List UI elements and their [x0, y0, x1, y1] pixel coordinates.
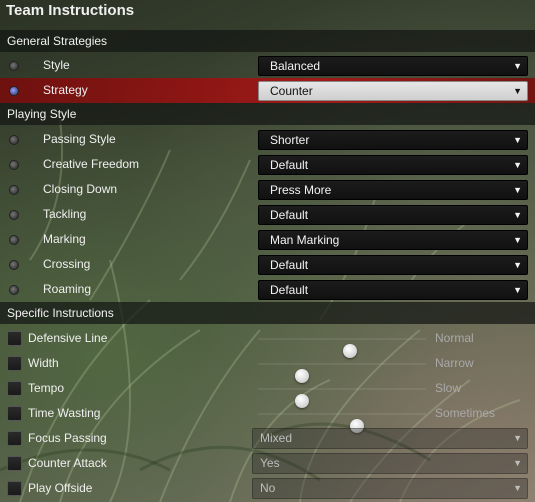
- slider-value: Normal: [435, 331, 474, 345]
- row-label: Crossing: [43, 257, 91, 271]
- row-label: Creative Freedom: [43, 157, 140, 171]
- section-playing-style: Playing Style: [0, 103, 535, 125]
- row-label: Strategy: [43, 83, 88, 97]
- checkbox-icon[interactable]: [7, 356, 22, 371]
- section-specific-instructions: Specific Instructions: [0, 302, 535, 324]
- chevron-down-icon: ▼: [513, 210, 522, 220]
- radio-icon[interactable]: [9, 185, 19, 195]
- row-label: Time Wasting: [28, 406, 101, 420]
- playing-row-roaming: Roaming Default ▼: [0, 277, 535, 302]
- dropdown-value: Mixed: [260, 431, 293, 445]
- playing-row-creative-freedom: Creative Freedom Default ▼: [0, 152, 535, 177]
- row-label: Play Offside: [28, 481, 93, 495]
- passing-style-dropdown[interactable]: Shorter ▼: [258, 130, 528, 150]
- radio-icon[interactable]: [9, 160, 19, 170]
- playing-row-crossing: Crossing Default ▼: [0, 252, 535, 277]
- marking-dropdown[interactable]: Man Marking ▼: [258, 230, 528, 250]
- play-offside-dropdown[interactable]: No ▼: [252, 478, 528, 499]
- slider-value: Narrow: [435, 356, 474, 370]
- chevron-down-icon: ▼: [513, 61, 522, 71]
- dropdown-value: Balanced: [270, 59, 321, 73]
- chevron-down-icon: ▼: [513, 185, 522, 195]
- radio-icon[interactable]: [9, 235, 19, 245]
- closing-down-dropdown[interactable]: Press More ▼: [258, 180, 528, 200]
- general-row-strategy: Strategy Counter ▼: [0, 78, 535, 103]
- specific-row-focus-passing: Focus Passing Mixed ▼: [0, 426, 535, 451]
- counter-attack-dropdown[interactable]: Yes ▼: [252, 453, 528, 474]
- row-label: Tempo: [28, 381, 65, 395]
- style-dropdown[interactable]: Balanced ▼: [258, 56, 528, 76]
- focus-passing-dropdown[interactable]: Mixed ▼: [252, 428, 528, 449]
- chevron-down-icon: ▼: [513, 235, 522, 245]
- time-wasting-slider[interactable]: [258, 413, 426, 433]
- dropdown-value: Default: [270, 158, 309, 172]
- playing-row-marking: Marking Man Marking ▼: [0, 227, 535, 252]
- row-label: Marking: [43, 232, 86, 246]
- tempo-slider[interactable]: [258, 388, 426, 408]
- dropdown-value: Shorter: [270, 133, 310, 147]
- radio-icon[interactable]: [9, 135, 19, 145]
- radio-icon[interactable]: [9, 260, 19, 270]
- radio-icon[interactable]: [9, 61, 19, 71]
- strategy-dropdown[interactable]: Counter ▼: [258, 81, 528, 101]
- tackling-dropdown[interactable]: Default ▼: [258, 205, 528, 225]
- chevron-down-icon: ▼: [513, 135, 522, 145]
- checkbox-icon[interactable]: [7, 481, 22, 496]
- width-slider[interactable]: [258, 363, 426, 383]
- checkbox-icon[interactable]: [7, 381, 22, 396]
- roaming-dropdown[interactable]: Default ▼: [258, 280, 528, 300]
- chevron-down-icon: ▼: [513, 86, 522, 96]
- radio-icon[interactable]: [9, 210, 19, 220]
- specific-row-time-wasting: Time Wasting Sometimes: [0, 401, 535, 433]
- dropdown-value: Man Marking: [270, 233, 340, 247]
- dropdown-value: Counter: [270, 84, 313, 98]
- radio-icon[interactable]: [9, 86, 19, 96]
- dropdown-value: Press More: [270, 183, 332, 197]
- section-general-strategies: General Strategies: [0, 30, 535, 52]
- chevron-down-icon: ▼: [513, 260, 522, 270]
- slider-value: Sometimes: [435, 406, 496, 420]
- checkbox-icon[interactable]: [7, 431, 22, 446]
- dropdown-value: Default: [270, 283, 309, 297]
- slider-value: Slow: [435, 381, 462, 395]
- window-title: Team Instructions: [6, 2, 135, 19]
- chevron-down-icon: ▼: [513, 458, 522, 468]
- specific-row-width: Width Narrow: [0, 351, 535, 383]
- specific-row-counter-attack: Counter Attack Yes ▼: [0, 451, 535, 476]
- row-label: Width: [28, 356, 59, 370]
- radio-icon[interactable]: [9, 285, 19, 295]
- chevron-down-icon: ▼: [513, 285, 522, 295]
- row-label: Tackling: [43, 207, 87, 221]
- chevron-down-icon: ▼: [513, 433, 522, 443]
- specific-row-play-offside: Play Offside No ▼: [0, 476, 535, 501]
- row-label: Style: [43, 58, 70, 72]
- dropdown-value: Default: [270, 208, 309, 222]
- row-label: Roaming: [43, 282, 92, 296]
- playing-row-passing-style: Passing Style Shorter ▼: [0, 127, 535, 152]
- creative-freedom-dropdown[interactable]: Default ▼: [258, 155, 528, 175]
- specific-row-defensive-line: Defensive Line Normal: [0, 326, 535, 358]
- checkbox-icon[interactable]: [7, 331, 22, 346]
- chevron-down-icon: ▼: [513, 160, 522, 170]
- playing-row-tackling: Tackling Default ▼: [0, 202, 535, 227]
- checkbox-icon[interactable]: [7, 456, 22, 471]
- row-label: Defensive Line: [28, 331, 108, 345]
- row-label: Focus Passing: [28, 431, 107, 445]
- row-label: Passing Style: [43, 132, 116, 146]
- dropdown-value: No: [260, 481, 276, 495]
- checkbox-icon[interactable]: [7, 406, 22, 421]
- dropdown-value: Yes: [260, 456, 280, 470]
- specific-row-tempo: Tempo Slow: [0, 376, 535, 408]
- dropdown-value: Default: [270, 258, 309, 272]
- general-row-style: Style Balanced ▼: [0, 53, 535, 78]
- defensive-line-slider[interactable]: [258, 338, 426, 358]
- crossing-dropdown[interactable]: Default ▼: [258, 255, 528, 275]
- row-label: Counter Attack: [28, 456, 107, 470]
- chevron-down-icon: ▼: [513, 483, 522, 493]
- row-label: Closing Down: [43, 182, 118, 196]
- playing-row-closing-down: Closing Down Press More ▼: [0, 177, 535, 202]
